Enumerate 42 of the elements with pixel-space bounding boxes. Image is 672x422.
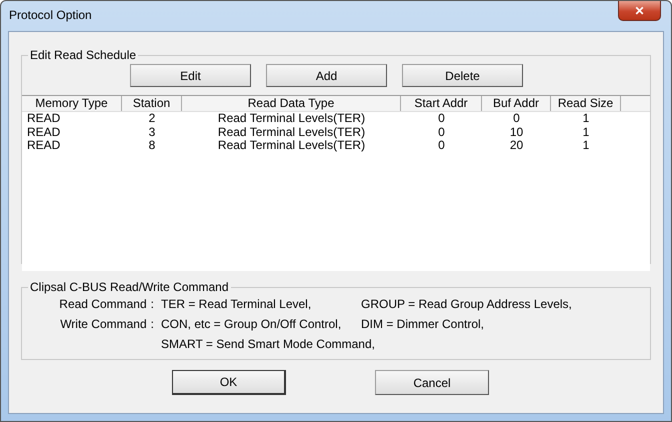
command-text: DIM = Dimmer Control, — [361, 317, 484, 331]
command-label: Write Command — [60, 317, 147, 331]
table-cell-text: 2 — [148, 112, 156, 126]
command-text: CON, etc = Group On/Off Control, — [161, 317, 342, 331]
column-header[interactable]: Station — [122, 96, 182, 111]
table-cell-text: READ — [26, 139, 62, 152]
table-cell-text: 3 — [148, 126, 156, 139]
column-header[interactable]: Buf Addr — [482, 96, 551, 111]
column-header[interactable]: Memory Type — [22, 96, 122, 111]
table-cell-text: 0 — [437, 126, 446, 139]
table-cell-text: READ — [26, 112, 62, 126]
table-cell-text: 10 — [508, 126, 524, 139]
table-cell-text: Read Terminal Levels(TER) — [216, 139, 366, 152]
command-text: SMART = Send Smart Mode Command, — [161, 337, 375, 351]
table-cell-text: Read Terminal Levels(TER) — [216, 126, 366, 139]
column-header[interactable]: Start Addr — [401, 96, 482, 111]
toolbar-button[interactable]: Add — [266, 64, 387, 87]
column-header[interactable]: Read Data Type — [182, 96, 401, 111]
toolbar-button[interactable]: Edit — [130, 64, 251, 87]
dialog-button[interactable]: OK — [172, 370, 286, 395]
group-title: Edit Read Schedule — [29, 48, 138, 62]
table-cell-text: 1 — [582, 139, 590, 152]
table-cell-text: 0 — [512, 112, 521, 126]
dialog-button[interactable]: Cancel — [375, 370, 489, 395]
group-title: Clipsal C-BUS Read/Write Command — [29, 280, 230, 294]
table-cell-text: 0 — [437, 112, 446, 126]
command-text: GROUP = Read Group Address Levels, — [361, 297, 572, 311]
separator-text: : — [150, 317, 154, 331]
toolbar-button[interactable]: Delete — [402, 64, 523, 87]
separator-text: : — [150, 297, 154, 311]
table-cell-text: Read Terminal Levels(TER) — [216, 112, 366, 126]
command-text: TER = Read Terminal Level, — [161, 297, 312, 311]
table-cell-text: 1 — [582, 112, 590, 126]
table-cell-text: READ — [26, 126, 62, 139]
window-title: Protocol Option — [9, 8, 92, 22]
command-label: Read Command — [59, 297, 147, 311]
close-button[interactable]: ✕ — [618, 1, 661, 21]
column-header[interactable]: Read Size — [551, 96, 621, 111]
table-cell-text: 20 — [508, 139, 524, 152]
table-cell-text: 8 — [148, 139, 156, 152]
table-cell-text: 0 — [437, 139, 446, 152]
table-cell-text: 1 — [582, 126, 590, 139]
